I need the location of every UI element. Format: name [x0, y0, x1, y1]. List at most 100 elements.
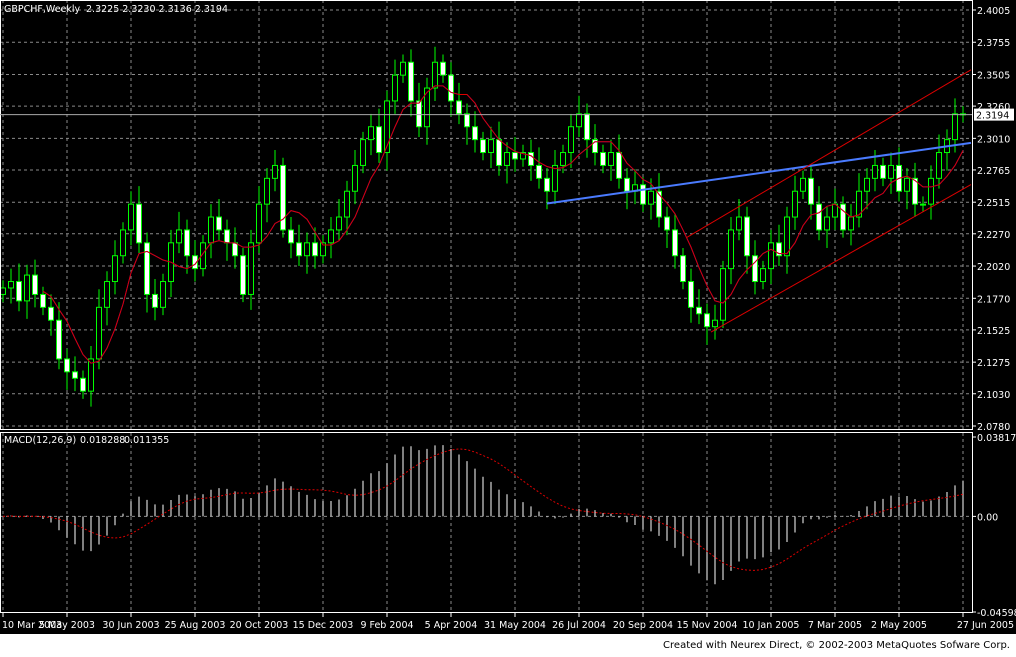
y-tick-label: 2.3755 [977, 38, 1010, 49]
bull-candle [792, 190, 798, 218]
x-tick-label: 2 May 2005 [871, 620, 927, 631]
bear-candle [456, 100, 462, 115]
bear-candle [840, 203, 846, 231]
bear-candle [536, 164, 542, 179]
bear-candle [144, 242, 150, 295]
y-tick-label: 2.1770 [977, 294, 1010, 305]
symbol-label: GBPCHF,Weekly [4, 4, 81, 15]
bull-candle [888, 164, 894, 179]
footer-credit: Created with Neurex Direct, © 2002-2003 … [0, 634, 1016, 657]
bear-candle [616, 152, 622, 179]
bear-candle [640, 184, 646, 205]
bull-candle [360, 139, 366, 166]
bull-candle [264, 177, 270, 205]
bull-candle [400, 61, 406, 76]
bull-candle [96, 306, 102, 360]
bull-candle [824, 216, 830, 231]
y-tick-label: 2.4005 [977, 6, 1010, 17]
y-tick-label: 2.2515 [977, 198, 1010, 209]
bull-candle [920, 203, 926, 206]
bull-candle [392, 74, 398, 102]
bull-candle [848, 216, 854, 231]
bear-candle [56, 319, 62, 360]
bull-candle [24, 274, 30, 302]
bull-candle [488, 139, 494, 154]
macd-value: 0.018288 [80, 435, 125, 446]
x-tick-label: 10 Jan 2005 [743, 620, 800, 631]
bear-candle [680, 255, 686, 283]
x-tick-label: 5 Apr 2004 [425, 620, 478, 631]
bear-candle [480, 139, 486, 154]
bull-candle [736, 216, 742, 231]
macd-y-tick-label: -0.04598 [977, 608, 1016, 619]
x-tick-label: 27 Jun 2005 [957, 620, 1014, 631]
bull-candle [272, 164, 278, 179]
bear-candle [80, 377, 86, 392]
x-tick-label: 25 Aug 2003 [165, 620, 226, 631]
bear-candle [816, 203, 822, 231]
y-tick-label: 2.1275 [977, 358, 1010, 369]
bear-candle [136, 203, 142, 244]
bear-candle [416, 100, 422, 128]
price-chart[interactable]: 2.40052.37552.35052.32602.30102.27652.25… [0, 0, 1016, 634]
macd-frame [0, 432, 973, 613]
y-tick-label: 2.0780 [977, 422, 1010, 433]
channel-upper[interactable] [686, 69, 972, 238]
bull-candle [120, 229, 126, 257]
bull-candle [88, 358, 94, 392]
bull-candle [160, 281, 166, 308]
bull-candle [176, 229, 182, 244]
bull-candle [8, 281, 14, 289]
bear-candle [704, 313, 710, 328]
bear-candle [240, 255, 246, 295]
bear-candle [216, 216, 222, 231]
bull-candle [112, 255, 118, 283]
bear-candle [64, 358, 70, 373]
bear-candle [880, 164, 886, 179]
macd-signal-value: 0.011355 [124, 435, 169, 446]
bull-candle [552, 164, 558, 192]
bull-candle [720, 268, 726, 321]
macd-y-tick-label: 0.03817 [977, 433, 1016, 444]
bear-candle [232, 242, 238, 257]
bull-candle [344, 190, 350, 218]
bear-candle [808, 177, 814, 205]
bull-candle [248, 242, 254, 295]
bull-candle [304, 242, 310, 257]
bull-candle [208, 216, 214, 244]
bull-candle [328, 229, 334, 244]
current-price-label: 2.3194 [976, 111, 1009, 122]
x-tick-label: 5 May 2003 [39, 620, 95, 631]
y-tick-label: 2.2270 [977, 230, 1010, 241]
bear-candle [224, 229, 230, 244]
y-tick-label: 2.1525 [977, 326, 1010, 337]
x-tick-label: 15 Nov 2004 [677, 620, 738, 631]
bull-candle [712, 319, 718, 328]
bull-candle [104, 281, 110, 308]
bull-candle [904, 177, 910, 192]
bear-candle [584, 113, 590, 141]
bull-candle [432, 61, 438, 89]
axes: 2.40052.37552.35052.32602.30102.27652.25… [0, 0, 1016, 631]
x-tick-label: 9 Feb 2004 [360, 620, 413, 631]
bear-candle [312, 242, 318, 257]
bull-candle [576, 113, 582, 128]
bear-candle [184, 229, 190, 257]
x-tick-label: 20 Sep 2004 [613, 620, 673, 631]
x-tick-label: 30 Jun 2003 [102, 620, 159, 631]
bear-candle [600, 152, 606, 166]
x-tick-label: 15 Dec 2003 [293, 620, 354, 631]
bear-candle [472, 126, 478, 141]
bear-candle [464, 113, 470, 128]
macd-panel [0, 445, 972, 585]
candles [0, 46, 966, 407]
ohlc-values: 2.3225 2.3230 2.3136 2.3194 [86, 4, 228, 15]
bear-candle [40, 293, 46, 308]
bear-candle [376, 126, 382, 154]
bear-candle [48, 306, 54, 321]
bear-candle [544, 177, 550, 192]
bear-candle [408, 61, 414, 102]
bull-candle [648, 190, 654, 205]
bear-candle [72, 371, 78, 379]
bull-candle [368, 126, 374, 141]
